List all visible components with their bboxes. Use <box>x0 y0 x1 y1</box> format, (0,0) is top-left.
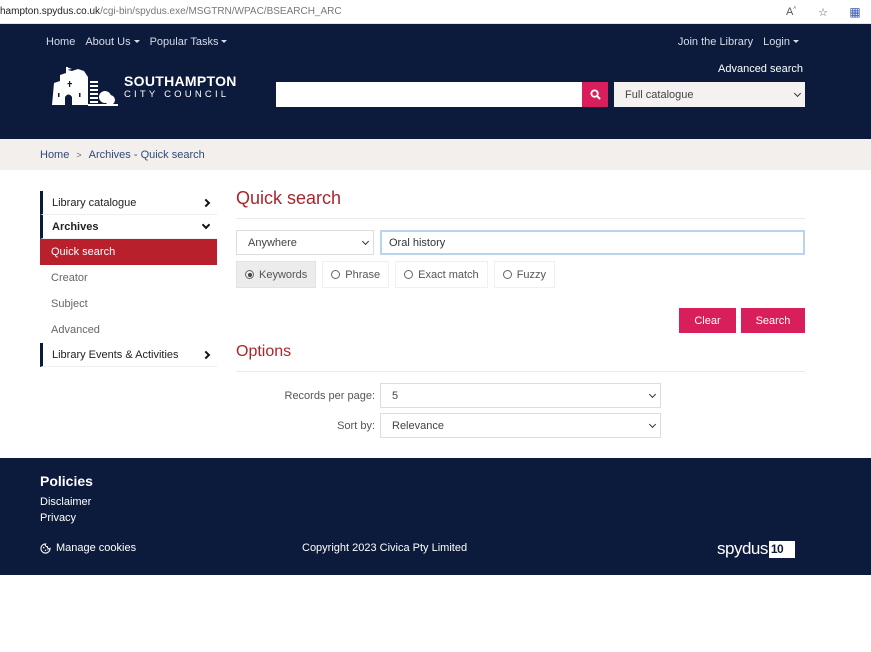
sidebar-item-label: Library Events & Activities <box>52 348 179 361</box>
sidebar-subitem-quick-search[interactable]: Quick search <box>40 239 217 265</box>
records-per-page-label: Records per page: <box>284 389 376 402</box>
chevron-right-icon <box>201 198 211 207</box>
logo-line2: CITY COUNCIL <box>124 89 230 101</box>
sidebar-item-label: Archives <box>52 220 99 233</box>
breadcrumb-current[interactable]: Archives - Quick search <box>89 149 205 161</box>
chevron-down-icon <box>648 420 657 428</box>
search-scope-select[interactable]: Anywhere <box>236 230 374 255</box>
radio-label: Keywords <box>259 268 308 281</box>
sidebar-item-archives[interactable]: Archives <box>40 215 217 239</box>
account-nav: Join the Library Login <box>678 36 799 48</box>
sort-by-value: Relevance <box>392 419 444 432</box>
main-content: Quick search Anywhere Oral history Keywo… <box>236 185 805 438</box>
sidebar-item-library-events[interactable]: Library Events & Activities <box>40 343 217 367</box>
spydus-version: 10 <box>768 540 796 558</box>
page-title: Quick search <box>236 185 805 219</box>
radio-fuzzy[interactable]: Fuzzy <box>493 261 556 288</box>
sort-by-row: Sort by: Relevance <box>236 413 661 438</box>
manage-cookies-label: Manage cookies <box>56 542 137 554</box>
clear-button[interactable]: Clear <box>679 308 736 333</box>
council-logo[interactable]: SOUTHAMPTON CITY COUNCIL <box>50 67 237 107</box>
sidebar: Library catalogue Archives Quick search … <box>40 191 217 367</box>
chevron-right-icon <box>201 350 211 359</box>
disclaimer-link[interactable]: Disclaimer <box>40 496 91 508</box>
catalogue-select[interactable]: Full catalogue <box>614 82 805 107</box>
logo-line1: SOUTHAMPTON <box>124 73 237 90</box>
chevron-down-icon <box>648 390 657 398</box>
spydus-name: spydus <box>717 539 768 558</box>
spydus-logo: spydus 10 <box>717 539 796 559</box>
top-nav: Home About Us Popular Tasks <box>46 36 227 48</box>
copyright-text: Copyright 2023 Civica Pty Limited <box>302 542 468 554</box>
login-dropdown[interactable]: Login <box>763 36 799 48</box>
records-per-page-value: 5 <box>392 389 399 402</box>
read-aloud-icon[interactable]: Aᴬ <box>775 6 807 18</box>
chevron-down-icon <box>201 220 211 229</box>
site-footer: Policies Disclaimer Privacy Manage cooki… <box>0 458 871 575</box>
nav-popular-tasks[interactable]: Popular Tasks <box>150 36 228 48</box>
search-button[interactable]: Search <box>741 308 805 333</box>
query-value: Oral history <box>389 236 446 249</box>
nav-home[interactable]: Home <box>46 36 75 48</box>
catalogue-select-value: Full catalogue <box>625 88 694 101</box>
url-path: /cgi-bin/spydus.exe/MSGTRN/WPAC/BSEARCH_… <box>100 6 342 17</box>
chevron-down-icon <box>361 237 370 245</box>
search-scope-value: Anywhere <box>248 236 297 249</box>
radio-phrase[interactable]: Phrase <box>322 261 390 288</box>
sort-by-select[interactable]: Relevance <box>380 413 661 438</box>
manage-cookies-link[interactable]: Manage cookies <box>40 542 136 554</box>
castle-logo-icon <box>52 67 118 106</box>
sidebar-subitem-subject[interactable]: Subject <box>40 291 217 317</box>
radio-label: Fuzzy <box>516 268 547 281</box>
breadcrumb-home[interactable]: Home <box>40 149 69 161</box>
url-host: hampton.spydus.co.uk <box>0 6 101 17</box>
join-library-link[interactable]: Join the Library <box>678 36 753 48</box>
match-mode-group: Keywords Phrase Exact match Fuzzy <box>236 261 805 288</box>
radio-unchecked-icon <box>404 270 414 279</box>
site-header: Home About Us Popular Tasks Join the Lib… <box>0 24 871 139</box>
footer-policies-heading: Policies <box>40 473 93 489</box>
options-heading: Options <box>236 343 805 372</box>
sidebar-subitem-creator[interactable]: Creator <box>40 265 217 291</box>
header-search-button[interactable] <box>582 82 608 107</box>
sidebar-item-library-catalogue[interactable]: Library catalogue <box>40 191 217 215</box>
radio-unchecked-icon <box>331 270 341 279</box>
radio-keywords[interactable]: Keywords <box>236 261 317 288</box>
extension-icon[interactable]: ▦ <box>839 5 871 19</box>
radio-exact-match[interactable]: Exact match <box>395 261 488 288</box>
sidebar-subitem-advanced[interactable]: Advanced <box>40 317 217 343</box>
header-search-input[interactable] <box>276 82 582 107</box>
radio-unchecked-icon <box>502 270 512 279</box>
radio-checked-icon <box>245 270 254 279</box>
privacy-link[interactable]: Privacy <box>40 512 76 524</box>
sidebar-item-label: Library catalogue <box>52 196 137 209</box>
sort-by-label: Sort by: <box>337 419 375 432</box>
search-icon <box>589 89 601 100</box>
radio-label: Exact match <box>418 268 479 281</box>
favorite-star-icon[interactable]: ☆ <box>807 6 839 19</box>
breadcrumb: Home > Archives - Quick search <box>0 139 871 170</box>
chevron-down-icon <box>793 89 802 97</box>
records-per-page-select[interactable]: 5 <box>380 383 661 408</box>
records-per-page-row: Records per page: 5 <box>236 383 661 408</box>
browser-address-bar[interactable]: hampton.spydus.co.uk/cgi-bin/spydus.exe/… <box>0 0 871 24</box>
nav-about-us[interactable]: About Us <box>85 36 139 48</box>
radio-label: Phrase <box>345 268 381 281</box>
cookie-icon <box>40 542 51 554</box>
query-input[interactable]: Oral history <box>380 230 805 255</box>
advanced-search-link[interactable]: Advanced search <box>718 63 803 75</box>
breadcrumb-separator: > <box>76 149 82 160</box>
